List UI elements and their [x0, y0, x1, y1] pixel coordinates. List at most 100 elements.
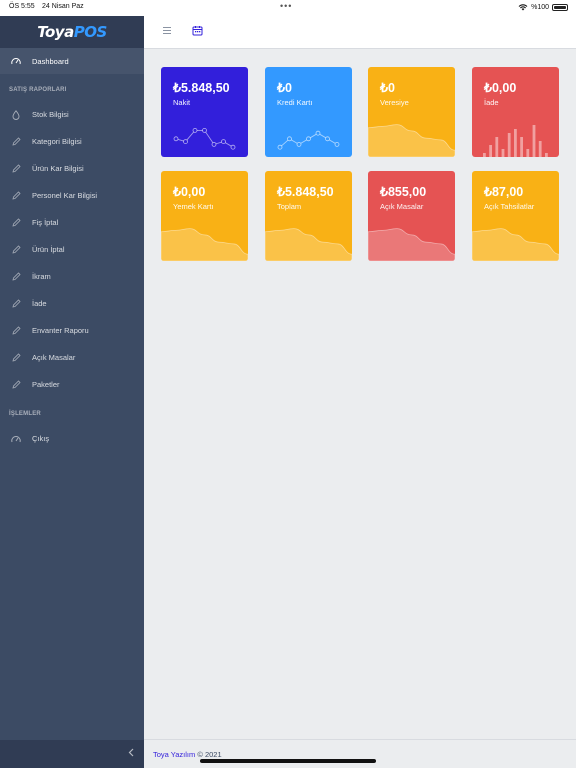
card-value: ₺5.848,50 — [173, 81, 230, 95]
chart-area — [265, 228, 352, 261]
chart-point — [296, 142, 302, 147]
pencil-icon — [11, 164, 21, 174]
sidebar-item-personel-kar-bilgisi[interactable]: Personel Kar Bilgisi — [0, 182, 144, 209]
widget-card-yemek-karti[interactable]: ₺0,00 Yemek Kartı — [161, 171, 248, 261]
sidebar-item-label: Dashboard — [32, 56, 69, 66]
footer-copyright: © 2021 — [197, 750, 222, 759]
widget-card-toplam[interactable]: ₺5.848,50 Toplam — [265, 171, 352, 261]
widget-card-nakit[interactable]: ₺5.848,50 Nakit — [161, 67, 248, 157]
hamburger-menu-icon[interactable] — [163, 27, 171, 36]
chart-bar — [526, 149, 530, 157]
chart-point — [306, 136, 311, 142]
chart-bar — [532, 125, 536, 157]
sidebar-item-label: Çıkış — [32, 434, 50, 443]
widget-card-kredi-karti[interactable]: ₺0 Kredi Kartı — [265, 67, 352, 157]
sidebar-item-label: Açık Masalar — [32, 353, 76, 362]
battery-percent: %100 — [531, 3, 549, 11]
footer-company-link[interactable]: Toya Yazılım — [153, 750, 195, 759]
home-indicator[interactable] — [200, 759, 376, 763]
chart-point — [315, 130, 321, 136]
card-label: İade — [484, 98, 499, 107]
widget-card-acik-masalar[interactable]: ₺855,00 Açık Masalar — [368, 171, 455, 261]
chart-bar — [545, 153, 548, 157]
sidebar-item-label: İkram — [32, 272, 51, 281]
chart-point — [287, 136, 292, 142]
card-value: ₺855,00 — [380, 185, 427, 199]
widget-card-iade[interactable]: ₺0,00 İade — [472, 67, 559, 157]
wifi-icon — [518, 4, 528, 11]
card-label: Yemek Kartı — [173, 202, 214, 211]
card-label: Açık Masalar — [380, 202, 424, 211]
chart-bar — [501, 149, 505, 157]
sidebar-item-envanter-raporu[interactable]: Envanter Raporu — [0, 317, 144, 344]
chart-area — [368, 228, 455, 261]
card-line-chart — [277, 130, 340, 150]
chart-area — [472, 228, 559, 261]
chart-bar — [514, 129, 517, 157]
card-area-chart — [161, 228, 248, 261]
sidebar-item-label: Stok Bilgisi — [32, 110, 69, 119]
multitask-dots-icon[interactable]: ••• — [280, 1, 292, 11]
card-line-chart — [173, 127, 236, 150]
sidebar-item-label: Fiş İptal — [32, 218, 59, 227]
chart-point — [192, 127, 198, 133]
top-header — [144, 16, 576, 49]
widget-card-veresiye[interactable]: ₺0 Veresiye — [368, 67, 455, 157]
sidebar: ToyaPOS Dashboard SATIŞ RAPORLARI Stok B… — [0, 16, 144, 768]
sidebar-item-urun-iptal[interactable]: Ürün İptal — [0, 236, 144, 263]
sidebar-item-urun-kar-bilgisi[interactable]: Ürün Kar Bilgisi — [0, 155, 144, 182]
chart-point — [202, 127, 207, 133]
card-value: ₺0,00 — [484, 81, 517, 95]
brand-logo[interactable]: ToyaPOS — [0, 16, 144, 48]
speedometer-icon — [11, 56, 21, 66]
sidebar-item-paketler[interactable]: Paketler — [0, 371, 144, 398]
sidebar-item-label: Personel Kar Bilgisi — [32, 191, 98, 200]
sidebar-item-dashboard[interactable]: Dashboard — [0, 48, 144, 74]
pencil-icon — [11, 272, 21, 282]
card-label: Toplam — [277, 202, 302, 211]
sidebar-item-kategori-bilgisi[interactable]: Kategori Bilgisi — [0, 128, 144, 155]
card-area-chart — [368, 228, 455, 261]
sidebar-item-label: Envanter Raporu — [32, 326, 89, 335]
ios-status-bar: ÖS 5:55 24 Nisan Paz ••• %100 — [0, 0, 576, 16]
chart-bar — [538, 141, 542, 157]
sidebar-item-iade[interactable]: İade — [0, 290, 144, 317]
pencil-icon — [11, 299, 21, 309]
sidebar-nav: Dashboard SATIŞ RAPORLARI Stok Bilgisi K… — [0, 48, 144, 452]
card-value: ₺5.848,50 — [277, 185, 334, 199]
sidebar-item-label: Kategori Bilgisi — [32, 137, 82, 146]
sidebar-item-cikis[interactable]: Çıkış — [0, 425, 144, 452]
widget-card-acik-tahsilatlar[interactable]: ₺87,00 Açık Tahsilatlar — [472, 171, 559, 261]
brand-logo-part1: Toya — [37, 23, 74, 41]
status-time: ÖS 5:55 — [9, 3, 35, 10]
brand-logo-part2: POS — [73, 23, 108, 41]
card-label: Nakit — [173, 98, 191, 107]
card-area-chart — [265, 228, 352, 261]
chart-area — [368, 124, 455, 157]
status-date: 24 Nisan Paz — [42, 3, 84, 10]
sidebar-item-fis-iptal[interactable]: Fiş İptal — [0, 209, 144, 236]
pencil-icon — [11, 137, 21, 147]
sidebar-item-acik-masalar[interactable]: Açık Masalar — [0, 344, 144, 371]
chart-point — [221, 139, 226, 145]
chart-bar — [520, 137, 523, 157]
calendar-icon[interactable] — [192, 25, 203, 36]
chevron-left-icon — [128, 748, 134, 760]
card-value: ₺0 — [277, 81, 292, 95]
chart-point — [277, 144, 283, 150]
chart-area — [161, 228, 248, 261]
pencil-icon — [11, 380, 21, 390]
card-value: ₺0,00 — [173, 185, 206, 199]
sidebar-minimizer[interactable] — [0, 740, 144, 768]
chart-point — [183, 139, 188, 145]
sidebar-item-ikram[interactable]: İkram — [0, 263, 144, 290]
chart-line — [175, 129, 234, 148]
pencil-icon — [11, 245, 21, 255]
chart-bar — [483, 153, 486, 157]
card-area-chart — [368, 124, 455, 157]
card-area-chart — [472, 228, 559, 261]
card-label: Açık Tahsilatlar — [484, 202, 535, 211]
sidebar-item-stok-bilgisi[interactable]: Stok Bilgisi — [0, 101, 144, 128]
card-value: ₺87,00 — [484, 185, 524, 199]
chart-point — [173, 136, 179, 142]
